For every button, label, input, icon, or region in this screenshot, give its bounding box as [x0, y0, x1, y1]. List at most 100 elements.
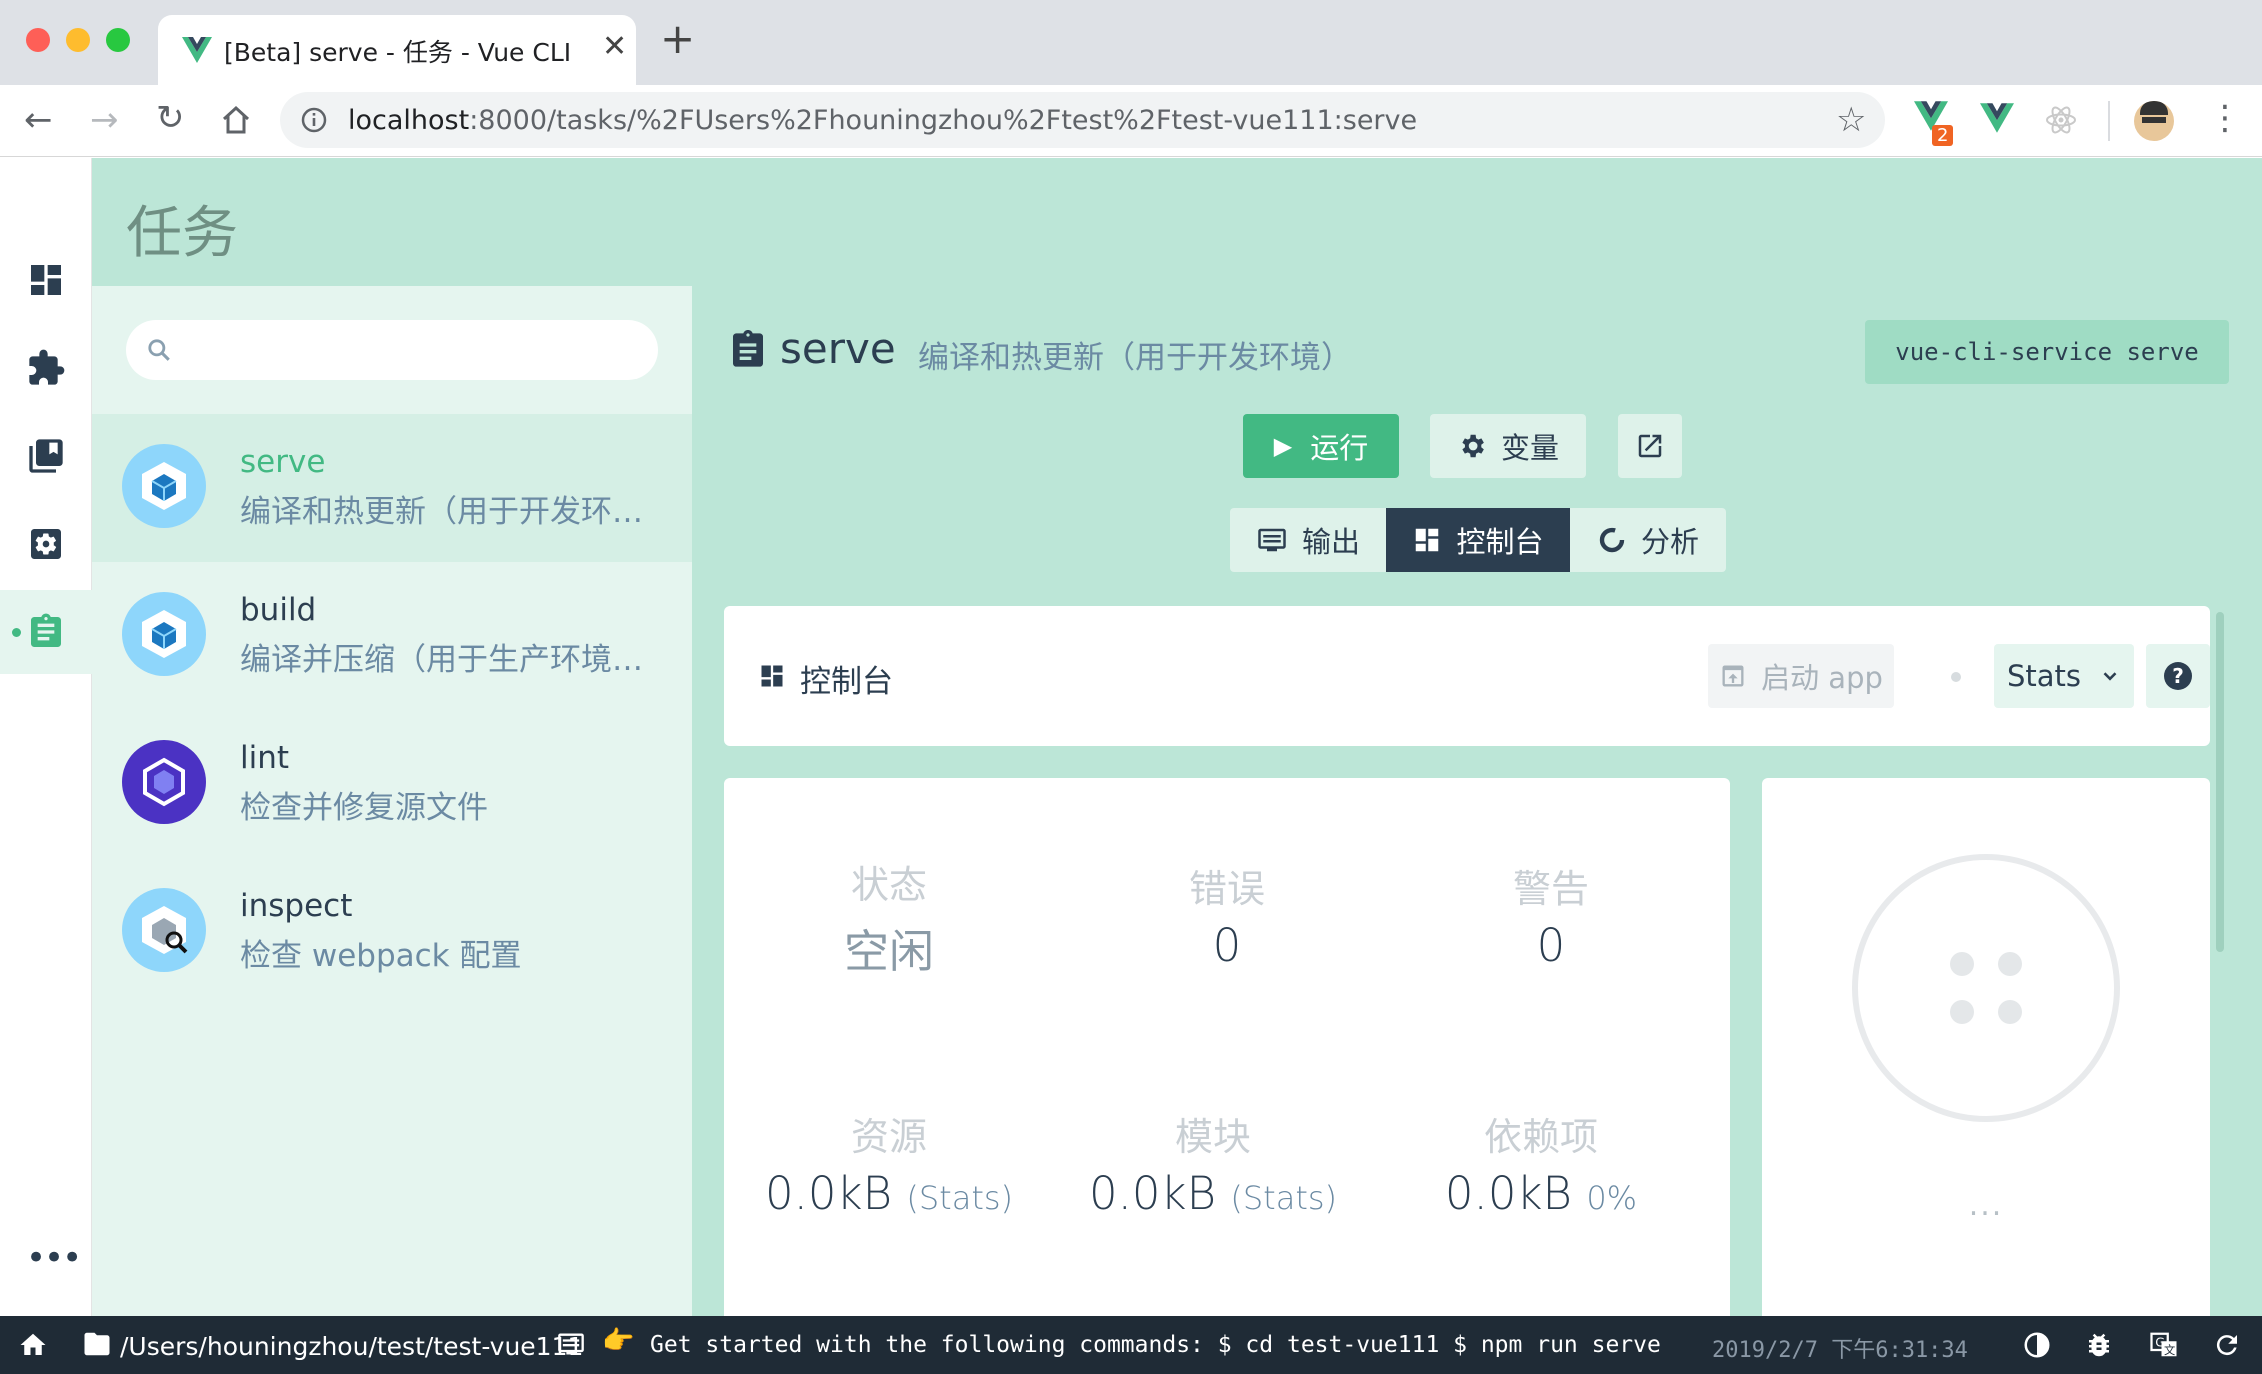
close-window-button[interactable]: [26, 28, 50, 52]
nav-dependencies[interactable]: [0, 414, 92, 498]
url-host: localhost: [348, 105, 470, 136]
tab-label: 分析: [1640, 525, 1699, 559]
stat-errors: 错误 0: [1062, 858, 1392, 972]
browser-menu-icon[interactable]: ⋮: [2208, 101, 2242, 135]
refresh-icon[interactable]: [2212, 1330, 2242, 1360]
build-status-card: 状态 空闲 错误 0 警告 0 资源 0.0kB (Stats) 模块 0.0k…: [724, 778, 1730, 1316]
maximize-window-button[interactable]: [106, 28, 130, 52]
tab-title: [Beta] serve - 任务 - Vue CLI: [224, 38, 572, 67]
open-in-new-icon: [1638, 434, 1662, 458]
nav-configuration[interactable]: [0, 502, 92, 586]
run-button[interactable]: ▶ 运行: [1243, 414, 1399, 478]
bookmark-star-icon[interactable]: ☆: [1836, 100, 1866, 140]
home-icon[interactable]: [18, 1330, 48, 1360]
task-name: serve: [240, 444, 326, 480]
svg-text:文: 文: [2164, 1343, 2175, 1357]
dark-mode-icon[interactable]: [2022, 1330, 2052, 1360]
stat-dependencies: 依赖项 0.0kB 0%: [1376, 1106, 1706, 1220]
terminal-log-icon[interactable]: [556, 1330, 586, 1358]
open-app-button[interactable]: 启动 app: [1708, 644, 1894, 708]
nav-plugins[interactable]: [0, 326, 92, 410]
back-icon[interactable]: ←: [24, 103, 53, 137]
tab-dashboard[interactable]: 控制台: [1386, 508, 1570, 572]
chevron-down-icon: [2103, 672, 2117, 681]
translate-icon[interactable]: G文: [2148, 1330, 2180, 1360]
stat-value: 0.0kB: [1088, 1167, 1217, 1220]
progress-card: ...: [1762, 778, 2210, 1316]
open-app-label: 启动 app: [1761, 661, 1883, 695]
new-tab-button[interactable]: +: [660, 18, 695, 60]
vue-extension-icon[interactable]: [1980, 103, 2014, 133]
dashboard-icon: [1416, 528, 1439, 552]
task-detail: serve 编译和热更新（用于开发环境） vue-cli-service ser…: [692, 286, 2262, 1316]
stat-value: 0: [1536, 919, 1566, 972]
page-header: 任务: [92, 158, 2262, 286]
stat-label: 警告: [1512, 867, 1589, 911]
task-item-lint[interactable]: lint 检查并修复源文件: [92, 710, 692, 858]
task-description: 编译并压缩（用于生产环境…: [240, 642, 643, 678]
dashboard-icon: [761, 665, 783, 687]
stat-label: 依赖项: [1483, 1115, 1598, 1159]
search-input[interactable]: [186, 330, 636, 370]
play-icon: ▶: [1273, 432, 1293, 460]
profile-avatar[interactable]: [2134, 101, 2174, 141]
log-timestamp: 2019/2/7 下午6:31:34: [1712, 1338, 1968, 1363]
open-app-icon: [1722, 665, 1744, 687]
task-title: serve: [780, 324, 896, 373]
task-item-serve[interactable]: serve 编译和热更新（用于开发环…: [92, 414, 692, 562]
browser-tab-bar: [Beta] serve - 任务 - Vue CLI ✕ +: [0, 0, 2262, 85]
browser-tab[interactable]: [Beta] serve - 任务 - Vue CLI ✕: [158, 15, 636, 85]
help-button[interactable]: ?: [2146, 644, 2210, 708]
open-external-button[interactable]: [1618, 414, 1682, 478]
app-side-nav: •••: [0, 158, 92, 1316]
help-icon: ?: [2164, 662, 2192, 690]
tab-output[interactable]: 输出: [1230, 508, 1386, 572]
progress-status: ...: [1968, 1188, 2004, 1223]
close-tab-icon[interactable]: ✕: [602, 29, 627, 64]
dashboard-toolbar: 控制台 启动 app Stats ?: [724, 606, 2210, 746]
home-icon[interactable]: [220, 105, 252, 135]
tab-label: 输出: [1301, 525, 1360, 559]
task-description: 编译和热更新（用于开发环…: [240, 494, 643, 530]
stat-label: 模块: [1174, 1115, 1251, 1159]
info-icon[interactable]: [300, 106, 328, 134]
reload-icon[interactable]: ↻: [156, 101, 185, 135]
hand-pointing-icon: 👉: [602, 1326, 635, 1356]
address-bar[interactable]: localhost:8000/tasks/%2FUsers%2Fhouningz…: [280, 92, 1885, 148]
react-extension-icon[interactable]: [2044, 103, 2078, 137]
extension-badge: 2: [1932, 125, 1954, 146]
log-message[interactable]: Get started with the following commands:…: [650, 1332, 1661, 1358]
webpack-icon: [122, 592, 206, 676]
search-field[interactable]: [126, 320, 658, 380]
settings-icon: [31, 529, 61, 559]
variables-button[interactable]: 变量: [1430, 414, 1586, 478]
eslint-icon: [122, 740, 206, 824]
stats-select[interactable]: Stats: [1994, 644, 2134, 708]
variables-label: 变量: [1500, 431, 1559, 465]
bug-icon[interactable]: [2084, 1330, 2114, 1360]
nav-tasks[interactable]: [0, 590, 92, 674]
scrollbar[interactable]: [2216, 612, 2224, 952]
clipboard-icon: [31, 613, 61, 647]
project-path[interactable]: /Users/houningzhou/test/test-vue111: [120, 1332, 583, 1361]
task-description: 检查 webpack 配置: [240, 938, 522, 974]
stat-unit: 0%: [1586, 1179, 1638, 1217]
page-title: 任务: [126, 201, 238, 266]
task-item-build[interactable]: build 编译并压缩（用于生产环境…: [92, 562, 692, 710]
tab-analyzer[interactable]: 分析: [1570, 508, 1726, 572]
search-icon: [148, 339, 170, 361]
stats-select-value: Stats: [2006, 659, 2082, 693]
command-badge: vue-cli-service serve: [1865, 320, 2229, 384]
stat-value: 0.0kB: [764, 1167, 893, 1220]
stat-value: 0.0kB: [1444, 1167, 1572, 1220]
stat-value: 空闲: [843, 925, 934, 978]
library-icon: [29, 439, 63, 473]
nav-dashboard[interactable]: [0, 238, 92, 322]
forward-icon[interactable]: →: [90, 103, 119, 137]
task-item-inspect[interactable]: inspect 检查 webpack 配置: [92, 858, 692, 1006]
more-icon[interactable]: •••: [26, 1238, 82, 1278]
vue-devtools-extension-icon[interactable]: 2: [1914, 101, 1954, 146]
monitor-icon: [1258, 528, 1286, 552]
browser-toolbar: ← → ↻ localhost:8000/tasks/%2FUsers%2Fho…: [0, 85, 2262, 157]
minimize-window-button[interactable]: [66, 28, 90, 52]
